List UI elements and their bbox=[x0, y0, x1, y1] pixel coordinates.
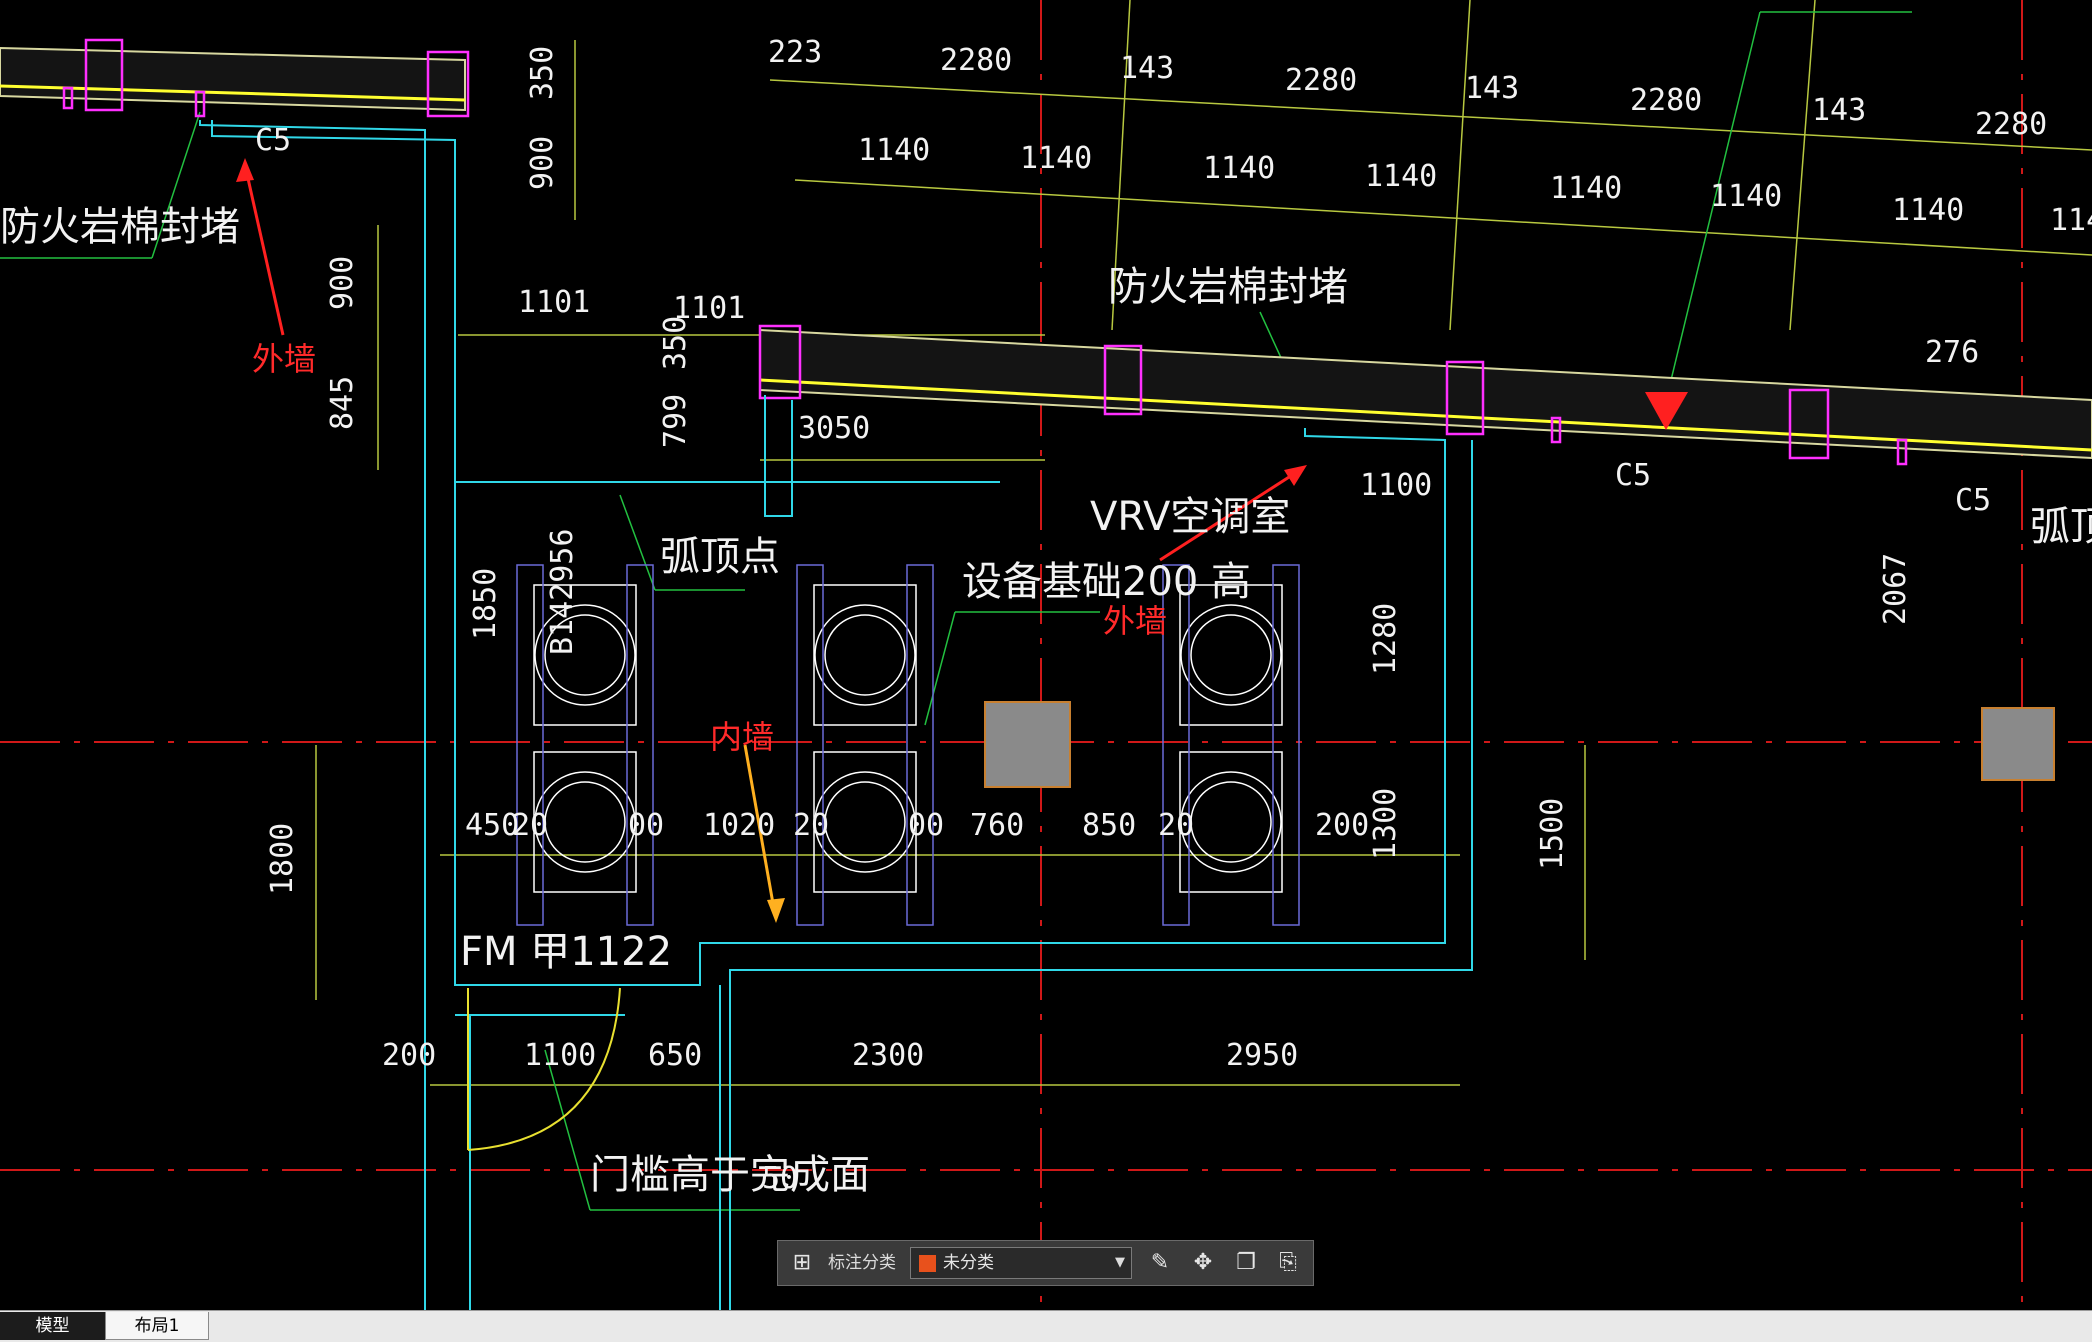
dimension-texts-units: 450 20 00 1020 20 00 760 850 20 200 bbox=[465, 808, 1369, 843]
outer-wall-bands bbox=[0, 46, 2092, 460]
window-tag-label: C5 bbox=[1615, 458, 1651, 493]
dim-text: 1140 bbox=[1020, 141, 1092, 176]
dim-text: 650 bbox=[648, 1038, 702, 1073]
dim-text: 223 bbox=[768, 35, 822, 70]
dim-text: 2280 bbox=[940, 43, 1012, 78]
threshold-label: 门槛高于完成面 bbox=[590, 1152, 870, 1198]
dim-text: 1500 bbox=[1535, 798, 1570, 870]
dim-text: 799 bbox=[658, 394, 693, 448]
dim-text: 1140 bbox=[1203, 151, 1275, 186]
dim-text: 20 bbox=[512, 808, 548, 843]
dim-text: 350 bbox=[525, 46, 560, 100]
drawing-labels: 防火岩棉封堵 防火岩棉封堵 C5 C5 C5 弧顶点 弧顶 VRV空调室 设备基… bbox=[0, 123, 2092, 1198]
dim-text: 143 bbox=[1465, 71, 1519, 106]
window-tag-label: C5 bbox=[1955, 483, 1991, 518]
outer-wall-annotation: 外墙 bbox=[252, 340, 316, 378]
tab-model[interactable]: 模型 bbox=[0, 1312, 105, 1340]
layout-tab-bar: 模型 布局1 bbox=[0, 1310, 2092, 1342]
edit-icon[interactable]: ✎ bbox=[1144, 1248, 1176, 1278]
chevron-down-icon: ▼ bbox=[1115, 1255, 1125, 1270]
dim-text: 276 bbox=[1925, 335, 1979, 370]
fire-seal-label: 防火岩棉封堵 bbox=[1108, 264, 1348, 310]
arch-top-label: 弧顶 bbox=[2030, 504, 2092, 550]
annotation-category-label: 标注分类 bbox=[828, 1253, 896, 1273]
column-block bbox=[984, 701, 1071, 788]
dim-text: 1140 bbox=[1550, 171, 1622, 206]
copy-icon[interactable]: ❐ bbox=[1230, 1248, 1262, 1278]
dim-text: 1300 bbox=[1368, 788, 1403, 860]
tab-layout-1[interactable]: 布局1 bbox=[105, 1312, 209, 1340]
dim-text: 1101 bbox=[518, 285, 590, 320]
dim-text: 2300 bbox=[852, 1038, 924, 1073]
dim-text: 1140 bbox=[858, 133, 930, 168]
dim-text: 143 bbox=[1812, 93, 1866, 128]
paste-icon[interactable]: ⎘ bbox=[1272, 1248, 1304, 1278]
door-tag-label: FM 甲1122 bbox=[460, 929, 672, 975]
arch-top-label: 弧顶点 bbox=[660, 534, 780, 580]
ac-unit-group-1 bbox=[516, 564, 654, 926]
cad-drawing-canvas[interactable]: 223 2280 143 2280 143 2280 143 2280 1140… bbox=[0, 0, 2092, 1310]
outer-wall-annotation: 外墙 bbox=[1103, 602, 1167, 640]
dim-text: 200 bbox=[1315, 808, 1369, 843]
dim-text: 1020 bbox=[703, 808, 775, 843]
dim-text: 1101 bbox=[673, 291, 745, 326]
dimension-texts-mid: 1140 1140 1140 1140 1140 1140 1140 1140 bbox=[858, 133, 2092, 238]
dim-text: 1280 bbox=[1368, 603, 1403, 675]
inner-wall-annotation: 内墙 bbox=[710, 718, 774, 756]
room-name-label: VRV空调室 bbox=[1090, 494, 1290, 540]
dim-text: 20 bbox=[793, 808, 829, 843]
dim-text: 900 bbox=[325, 256, 360, 310]
dim-text: 1140 bbox=[1710, 179, 1782, 214]
ac-units bbox=[516, 564, 1300, 926]
move-icon[interactable]: ✥ bbox=[1187, 1248, 1219, 1278]
dimension-texts-top: 223 2280 143 2280 143 2280 143 2280 bbox=[768, 35, 2047, 142]
dim-text: 1140 bbox=[1892, 193, 1964, 228]
category-select-value: 未分类 bbox=[943, 1253, 994, 1273]
dim-text: 1100 bbox=[524, 1038, 596, 1073]
dim-text: 2950 bbox=[1226, 1038, 1298, 1073]
grid-icon[interactable]: ⊞ bbox=[786, 1248, 818, 1278]
dim-text: 00 bbox=[628, 808, 664, 843]
annotation-category-select[interactable]: 未分类 ▼ bbox=[910, 1247, 1132, 1279]
dim-text: 2280 bbox=[1975, 107, 2047, 142]
column-block bbox=[1981, 707, 2055, 781]
dim-text: 1140 bbox=[1365, 159, 1437, 194]
dim-text: 20 bbox=[1158, 808, 1194, 843]
dim-text: 3050 bbox=[798, 411, 870, 446]
dim-text: 2067 bbox=[1878, 553, 1913, 625]
dim-text: 2280 bbox=[1630, 83, 1702, 118]
ac-unit-group-2 bbox=[796, 564, 934, 926]
dim-text: 00 bbox=[908, 808, 944, 843]
dim-text: 1800 bbox=[265, 823, 300, 895]
annotation-toolbar: ⊞ 标注分类 未分类 ▼ ✎ ✥ ❐ ⎘ bbox=[777, 1240, 1314, 1286]
dim-text: 143 bbox=[1120, 51, 1174, 86]
category-color-swatch bbox=[919, 1255, 936, 1272]
window-tag-label: C5 bbox=[255, 123, 291, 158]
dim-text: 845 bbox=[325, 376, 360, 430]
leader-lines bbox=[0, 11, 1912, 1211]
dim-text: 1850 bbox=[468, 568, 503, 640]
ac-unit-group-3 bbox=[1162, 564, 1300, 926]
equipment-base-label: 设备基础200 高 bbox=[962, 559, 1251, 605]
dim-text: 850 bbox=[1082, 808, 1136, 843]
dim-text: 200 bbox=[382, 1038, 436, 1073]
dim-text: 760 bbox=[970, 808, 1024, 843]
dim-text: 900 bbox=[525, 136, 560, 190]
dim-text: 1140 bbox=[2050, 203, 2092, 238]
dim-text: 1100 bbox=[1360, 468, 1432, 503]
dim-text: B142956 bbox=[545, 529, 580, 655]
fire-seal-label: 防火岩棉封堵 bbox=[0, 204, 240, 250]
dim-text: 2280 bbox=[1285, 63, 1357, 98]
